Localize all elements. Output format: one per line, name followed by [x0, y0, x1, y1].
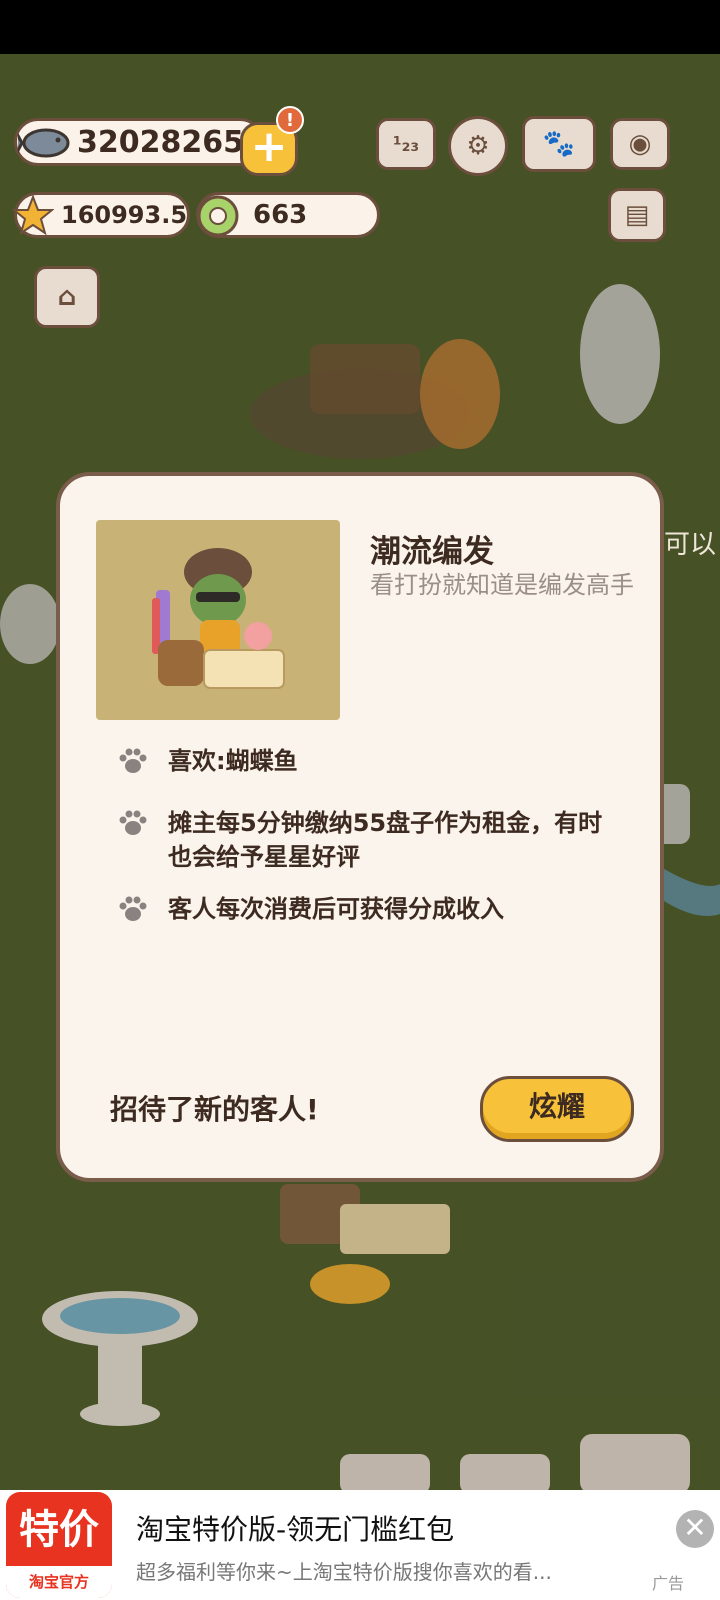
paw-icon — [119, 748, 147, 773]
paw-icon — [119, 896, 147, 921]
settings-icon: ⚙ — [466, 131, 490, 161]
gem-count: 663 — [253, 200, 308, 230]
news-icon: ▤ — [624, 200, 650, 230]
feature-item: 喜欢:蝴蝶鱼 — [116, 744, 608, 778]
feature-text: 摊主每5分钟缴纳55盘子作为租金，有时也会给予星星好评 — [168, 809, 603, 871]
ranking-button[interactable]: ¹₂₃ — [376, 118, 436, 170]
show-off-button[interactable]: 炫耀 — [480, 1076, 634, 1142]
camera-icon: ◉ — [628, 129, 652, 159]
feature-text: 喜欢:蝴蝶鱼 — [168, 747, 298, 775]
ad-logo[interactable]: 特价 淘宝官方 — [6, 1492, 112, 1598]
new-customer-message: 招待了新的客人! — [110, 1093, 319, 1126]
partial-sign-text: 可以 — [664, 530, 717, 560]
fish-count: 32028265 — [77, 124, 244, 160]
ad-title[interactable]: 淘宝特价版-领无门槛红包 — [136, 1508, 454, 1548]
news-button[interactable]: ▤ — [608, 188, 666, 242]
paw-icon — [119, 810, 147, 835]
fish-icon — [18, 128, 70, 158]
customer-portrait — [96, 520, 340, 720]
gem-icon — [197, 195, 239, 237]
shop-button[interactable]: ⌂ — [34, 266, 100, 328]
star-icon — [12, 194, 54, 236]
status-bar — [0, 0, 720, 54]
ranking-icon: ¹₂₃ — [392, 132, 420, 156]
star-rating: 160993.5 — [61, 201, 188, 229]
ad-logo-subtext: 淘宝官方 — [6, 1566, 112, 1598]
shop-icon: ⌂ — [57, 282, 77, 312]
feature-text: 客人每次消费后可获得分成收入 — [168, 895, 504, 923]
customer-name: 潮流编发 — [370, 534, 494, 570]
ad-label: 广告 — [652, 1574, 685, 1593]
alert-badge: ! — [276, 106, 304, 134]
new-customer-dialog: 潮流编发 看打扮就知道是编发高手 喜欢:蝴蝶鱼 摊主每5分钟缴纳55盘子作为租金… — [56, 472, 664, 1182]
feature-item: 摊主每5分钟缴纳55盘子作为租金，有时也会给予星星好评 — [116, 806, 608, 874]
ad-description[interactable]: 超多福利等你来~上淘宝特价版搜你喜欢的看... — [136, 1556, 616, 1585]
customer-description: 看打扮就知道是编发高手 — [370, 571, 634, 599]
camera-button[interactable]: ◉ — [610, 118, 670, 170]
close-icon[interactable]: ✕ — [676, 1510, 714, 1548]
settings-button[interactable]: ⚙ — [448, 116, 508, 176]
feature-item: 客人每次消费后可获得分成收入 — [116, 892, 608, 926]
catalog-book-icon: 🐾 — [542, 129, 576, 159]
ad-logo-text: 特价 — [19, 1507, 99, 1553]
ad-banner[interactable]: 特价 淘宝官方 淘宝特价版-领无门槛红包 超多福利等你来~上淘宝特价版搜你喜欢的… — [0, 1490, 720, 1600]
catalog-book-button[interactable]: 🐾 — [522, 116, 596, 172]
